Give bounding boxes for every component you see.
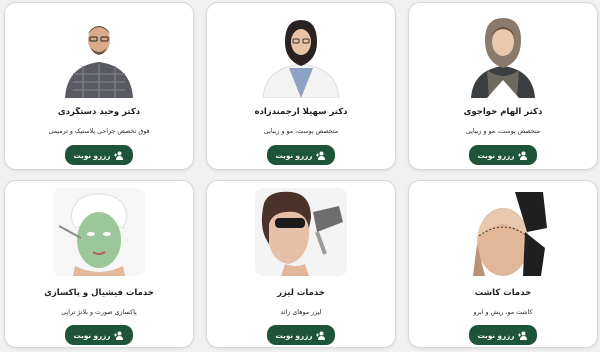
book-appointment-button[interactable]: رزرو نوبت	[65, 145, 133, 165]
doctor-name: دکتر وحید دستگردی	[57, 107, 141, 117]
doctor-card-vahid-dastgerdi: دکتر وحید دستگردی فوق تخصص جراحی پلاستیک…	[4, 2, 194, 170]
book-appointment-label: رزرو نوبت	[73, 330, 111, 340]
doctor-photo	[457, 10, 549, 98]
book-appointment-label: رزرو نوبت	[73, 150, 111, 160]
doctor-photo	[53, 10, 145, 98]
service-photo	[53, 188, 145, 276]
service-description: لیزر موهای زائد	[280, 309, 322, 316]
user-plus-icon	[518, 331, 528, 340]
service-photo	[457, 188, 549, 276]
service-description: پاکسازی صورت و بلانژ تراپی	[61, 309, 137, 316]
doctor-specialty: فوق تخصص جراحی پلاستیک و ترمیمی	[48, 128, 150, 135]
book-appointment-label: رزرو نوبت	[477, 150, 515, 160]
book-appointment-button[interactable]: رزرو نوبت	[267, 325, 335, 345]
service-title: خدمات لیزر	[277, 288, 325, 298]
service-card-laser: خدمات لیزر لیزر موهای زائد رزرو نوبت	[206, 180, 396, 348]
user-plus-icon	[316, 151, 326, 160]
service-title: خدمات فیشیال و پاکسازی	[44, 288, 154, 298]
doctor-card-elham-khajavi: دکتر الهام خواجوی متخصص پوست، مو و زیبای…	[408, 2, 598, 170]
service-title: خدمات کاشت	[474, 288, 532, 298]
book-appointment-button[interactable]: رزرو نوبت	[65, 325, 133, 345]
service-card-facial: خدمات فیشیال و پاکسازی پاکسازی صورت و بل…	[4, 180, 194, 348]
user-plus-icon	[114, 331, 124, 340]
doctor-card-soheila-arjmandzadeh: دکتر سهیلا ارجمندزاده متخصص پوست، مو و ز…	[206, 2, 396, 170]
user-plus-icon	[316, 331, 326, 340]
doctor-name: دکتر الهام خواجوی	[463, 107, 543, 117]
book-appointment-label: رزرو نوبت	[275, 330, 313, 340]
service-card-hair-transplant: خدمات کاشت کاشت مو، ریش و ابرو رزرو نوبت	[408, 180, 598, 348]
book-appointment-button[interactable]: رزرو نوبت	[469, 145, 537, 165]
service-description: کاشت مو، ریش و ابرو	[473, 309, 533, 316]
doctor-specialty: متخصص پوست، مو و زیبایی	[263, 128, 339, 135]
book-appointment-label: رزرو نوبت	[477, 330, 515, 340]
book-appointment-button[interactable]: رزرو نوبت	[469, 325, 537, 345]
doctor-name: دکتر سهیلا ارجمندزاده	[254, 107, 348, 117]
user-plus-icon	[114, 151, 124, 160]
book-appointment-button[interactable]: رزرو نوبت	[267, 145, 335, 165]
user-plus-icon	[518, 151, 528, 160]
book-appointment-label: رزرو نوبت	[275, 150, 313, 160]
doctor-specialty: متخصص پوست، مو و زیبایی	[465, 128, 541, 135]
service-photo	[255, 188, 347, 276]
doctor-photo	[255, 10, 347, 98]
cards-grid: دکتر الهام خواجوی متخصص پوست، مو و زیبای…	[0, 0, 600, 352]
